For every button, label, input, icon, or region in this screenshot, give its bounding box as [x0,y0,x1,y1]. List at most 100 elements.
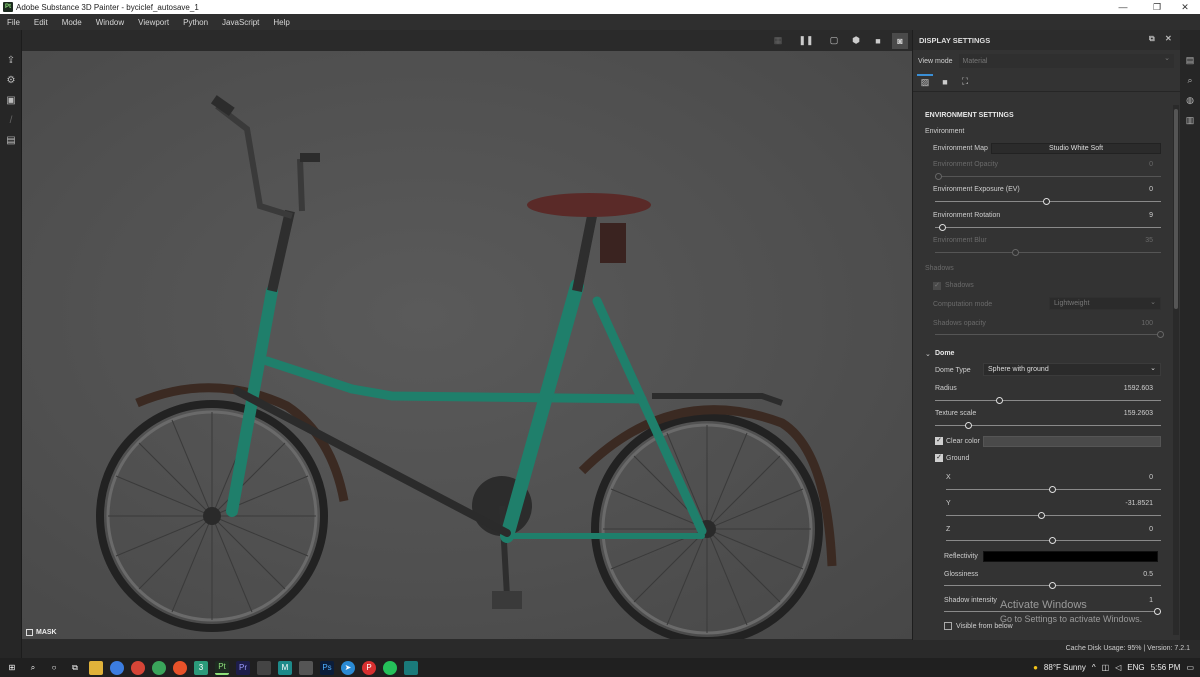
firefox-icon[interactable] [173,660,187,675]
x-slider[interactable] [946,486,1161,493]
pause-icon[interactable]: ❚❚ [798,33,814,49]
env-exposure-slider[interactable] [935,198,1161,205]
dome-chevron-icon[interactable]: ⌄ [925,350,931,358]
mask-toggle[interactable]: MASK [26,629,57,636]
scrollbar-thumb[interactable] [1174,109,1178,309]
texture-scale-slider[interactable] [935,422,1161,429]
search-icon[interactable]: ⌕ [26,661,40,675]
windows-start-icon[interactable]: ⊞ [5,661,19,675]
glossiness-knob[interactable] [1049,582,1056,589]
view-cube-icon[interactable]: ⬢ [848,33,864,49]
network-icon[interactable]: ◫ [1102,663,1110,672]
shadows-opacity-knob[interactable] [1157,331,1164,338]
cube-icon[interactable]: ▣ [0,90,22,110]
menu-viewport[interactable]: Viewport [131,18,176,27]
chrome-icon[interactable] [152,660,166,675]
telegram-icon[interactable]: ➤ [341,660,355,675]
frame-icon[interactable]: ▢ [826,33,842,49]
app-icon[interactable] [404,660,418,675]
search-icon[interactable]: ⌕ [1180,70,1200,90]
camera-icon[interactable]: ■ [870,33,886,49]
reflectivity-swatch[interactable] [983,551,1158,562]
camera-tab-icon[interactable]: ■ [937,74,953,90]
dome-type-select[interactable]: Sphere with ground ⌄ [983,363,1161,376]
substance-painter-icon[interactable]: Pt [215,660,229,675]
visible-from-below-checkbox[interactable] [944,622,952,630]
undock-icon[interactable]: ⧉ [1149,34,1155,44]
env-blur-slider[interactable] [935,249,1161,256]
export-icon[interactable]: ⇪ [0,50,22,70]
env-exposure-knob[interactable] [1043,198,1050,205]
properties-icon[interactable]: ▥ [1180,110,1200,130]
file-explorer-icon[interactable] [89,660,103,675]
y-slider[interactable] [946,512,1161,519]
photoshop-icon[interactable]: Ps [320,660,334,675]
taskbar: ⊞ ⌕ ○ ⧉ 3 Pt Pr M Ps ➤ P ● 88°F Sunny ^ … [0,658,1200,677]
y-knob[interactable] [1038,512,1045,519]
globe-icon[interactable]: ◍ [1180,90,1200,110]
app-icon[interactable] [299,660,313,675]
task-view-icon[interactable]: ⧉ [68,661,82,675]
panel-close-icon[interactable]: ✕ [1165,34,1172,43]
cortana-icon[interactable]: ○ [47,661,61,675]
view-mode-select[interactable]: Material [958,54,1174,68]
env-opacity-knob[interactable] [935,173,942,180]
clock[interactable]: 5:56 PM [1151,663,1181,672]
app-icon[interactable]: M [278,660,292,675]
env-rotation-knob[interactable] [939,224,946,231]
menu-javascript[interactable]: JavaScript [215,18,266,27]
app-icon[interactable]: 3 [194,660,208,675]
computation-mode-select[interactable]: Lightweight ⌄ [1049,297,1161,310]
maximize-icon[interactable]: ❐ [1142,0,1172,14]
weather-text[interactable]: 88°F Sunny [1044,663,1086,672]
env-blur-knob[interactable] [1012,249,1019,256]
menu-window[interactable]: Window [89,18,131,27]
app-icon[interactable] [257,660,271,675]
env-rotation-slider[interactable] [935,224,1161,231]
minimize-icon[interactable]: — [1108,0,1138,14]
environment-map-field[interactable]: Studio White Soft [991,143,1161,154]
menu-mode[interactable]: Mode [55,18,89,27]
mask-checkbox[interactable] [26,629,33,636]
menu-file[interactable]: File [0,18,27,27]
z-slider[interactable] [946,537,1161,544]
glossiness-slider[interactable] [944,582,1161,589]
viewer-tab-icon[interactable]: ⛶ [957,74,973,90]
shadows-opacity-slider[interactable] [935,331,1164,338]
clear-color-checkbox[interactable]: ✓ [935,437,943,445]
menu-help[interactable]: Help [266,18,296,27]
settings-icon[interactable]: ⚙ [0,70,22,90]
radius-slider[interactable] [935,397,1161,404]
document-icon[interactable]: ▤ [0,130,22,150]
screenshot-icon[interactable]: ◙ [892,32,908,49]
volume-icon[interactable]: ◁ [1115,663,1121,672]
environment-tab-icon[interactable]: ▨ [917,73,933,90]
brush-icon[interactable]: / [0,110,22,130]
menu-python[interactable]: Python [176,18,215,27]
shadows-checkbox[interactable]: ✓ [933,282,941,290]
x-knob[interactable] [1049,486,1056,493]
premiere-icon[interactable]: Pr [236,660,250,675]
env-opacity-slider[interactable] [935,173,1161,180]
dome-title[interactable]: Dome [935,350,954,357]
chrome-icon[interactable] [110,660,124,675]
z-knob[interactable] [1049,537,1056,544]
layers-icon[interactable]: ▤ [1180,50,1200,70]
language-indicator[interactable]: ENG [1127,663,1144,672]
close-window-icon[interactable]: ✕ [1170,0,1200,14]
3d-viewport[interactable]: MASK [22,51,912,639]
notification-icon[interactable]: ▭ [1186,663,1194,672]
whatsapp-icon[interactable] [383,660,397,675]
menu-edit[interactable]: Edit [27,18,55,27]
radius-knob[interactable] [996,397,1003,404]
pdf-icon[interactable]: P [362,660,376,675]
weather-icon[interactable]: ● [1033,663,1038,672]
panel-scrollbar[interactable] [1173,105,1179,635]
ground-checkbox[interactable]: ✓ [935,454,943,462]
tray-chevron-icon[interactable]: ^ [1092,663,1096,672]
grid-icon[interactable]: ▦ [770,33,786,49]
clear-color-swatch[interactable] [983,436,1161,447]
chrome-icon[interactable] [131,660,145,675]
shadow-intensity-knob[interactable] [1154,608,1161,615]
texture-scale-knob[interactable] [965,422,972,429]
